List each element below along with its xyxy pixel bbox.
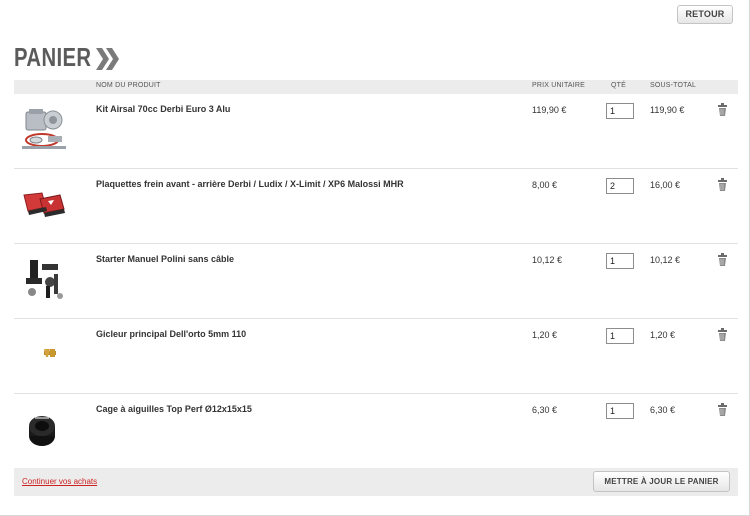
col-header-subtotal: SOUS-TOTAL (650, 82, 697, 89)
needle-bearing-image[interactable] (20, 406, 68, 452)
unit-price: 1,20 € (532, 330, 558, 340)
table-header: NOM DU PRODUIT PRIX UNITAIRE QTÉ SOUS-TO… (14, 80, 738, 94)
double-chevron-icon (96, 48, 119, 70)
unit-price: 6,30 € (532, 405, 558, 415)
product-name[interactable]: Cage à aiguilles Top Perf Ø12x15x15 (96, 404, 252, 414)
product-name[interactable]: Gicleur principal Dell'orto 5mm 110 (96, 329, 246, 339)
product-name[interactable]: Starter Manuel Polini sans câble (96, 254, 234, 264)
trash-icon[interactable] (717, 103, 728, 116)
brake-pads-image[interactable] (20, 181, 68, 227)
col-header-product: NOM DU PRODUIT (96, 82, 161, 89)
table-row: Kit Airsal 70cc Derbi Euro 3 Alu 119,90 … (14, 94, 738, 169)
col-header-unit-price: PRIX UNITAIRE (532, 82, 586, 89)
jet-image[interactable] (20, 331, 68, 377)
cart-footer: Continuer vos achats METTRE À JOUR LE PA… (14, 468, 738, 496)
quantity-input[interactable] (606, 253, 634, 269)
cart-page: RETOUR PANIER NOM DU PRODUIT PRIX UNITAI… (0, 0, 750, 516)
trash-icon[interactable] (717, 253, 728, 266)
unit-price: 119,90 € (532, 105, 567, 115)
subtotal: 119,90 € (650, 105, 685, 115)
table-row: Cage à aiguilles Top Perf Ø12x15x15 6,30… (14, 394, 738, 469)
cylinder-kit-image[interactable] (20, 106, 68, 152)
quantity-input[interactable] (606, 403, 634, 419)
cart-table: NOM DU PRODUIT PRIX UNITAIRE QTÉ SOUS-TO… (14, 80, 738, 469)
quantity-input[interactable] (606, 103, 634, 119)
subtotal: 10,12 € (650, 255, 681, 265)
table-row: Gicleur principal Dell'orto 5mm 110 1,20… (14, 319, 738, 394)
product-name[interactable]: Plaquettes frein avant - arrière Derbi /… (96, 179, 404, 189)
unit-price: 8,00 € (532, 180, 558, 190)
update-cart-button[interactable]: METTRE À JOUR LE PANIER (593, 471, 730, 492)
product-name[interactable]: Kit Airsal 70cc Derbi Euro 3 Alu (96, 104, 230, 114)
quantity-input[interactable] (606, 328, 634, 344)
subtotal: 1,20 € (650, 330, 676, 340)
trash-icon[interactable] (717, 403, 728, 416)
subtotal: 16,00 € (650, 180, 681, 190)
continue-shopping-link[interactable]: Continuer vos achats (22, 477, 97, 486)
unit-price: 10,12 € (532, 255, 563, 265)
trash-icon[interactable] (717, 328, 728, 341)
table-row: Starter Manuel Polini sans câble 10,12 €… (14, 244, 738, 319)
col-header-qty: QTÉ (611, 82, 626, 89)
starter-kit-image[interactable] (20, 256, 68, 302)
subtotal: 6,30 € (650, 405, 676, 415)
page-title: PANIER (14, 42, 92, 72)
trash-icon[interactable] (717, 178, 728, 191)
table-row: Plaquettes frein avant - arrière Derbi /… (14, 169, 738, 244)
quantity-input[interactable] (606, 178, 634, 194)
back-button[interactable]: RETOUR (677, 5, 733, 24)
